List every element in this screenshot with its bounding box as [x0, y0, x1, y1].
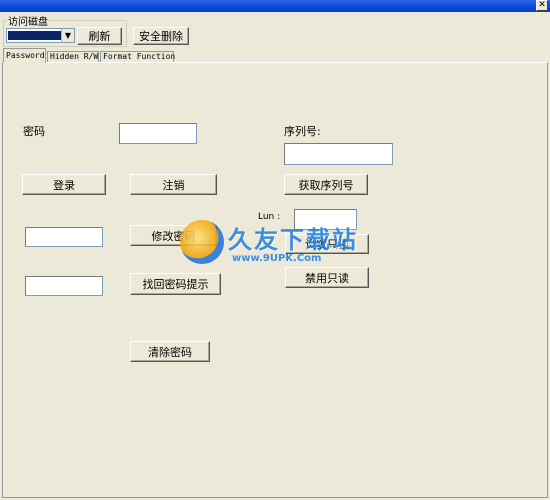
new-password-input[interactable] — [25, 227, 103, 247]
safe-remove-button[interactable]: 安全删除 — [133, 27, 189, 45]
watermark-text: 久友下载站 — [228, 226, 358, 254]
tab-hidden-rw[interactable]: Hidden R/W — [47, 51, 99, 62]
title-bar — [0, 0, 550, 12]
password-input[interactable] — [119, 123, 197, 144]
password-hint-input[interactable] — [25, 276, 103, 296]
serial-field[interactable] — [284, 143, 393, 165]
close-button[interactable]: ✕ — [536, 0, 548, 11]
login-button[interactable]: 登录 — [22, 174, 106, 195]
tab-format-function[interactable]: Format Function — [100, 51, 175, 62]
password-label: 密码 — [23, 125, 45, 138]
chevron-down-icon[interactable]: ▼ — [61, 29, 74, 42]
logout-button[interactable]: 注销 — [130, 174, 217, 195]
clear-password-button[interactable]: 清除密码 — [130, 341, 210, 362]
tab-password[interactable]: Password — [3, 48, 46, 63]
watermark-logo-icon — [180, 220, 224, 264]
watermark: 久友下载站 www.9UPK.Com — [180, 220, 370, 275]
watermark-url: www.9UPK.Com — [232, 253, 322, 264]
drive-select-value — [8, 31, 62, 40]
recover-hint-button[interactable]: 找回密码提示 — [130, 273, 221, 295]
drive-select[interactable]: ▼ — [6, 28, 75, 43]
refresh-button[interactable]: 刷新 — [77, 27, 122, 45]
serial-label: 序列号: — [284, 125, 321, 138]
drive-group-label: 访问磁盘 — [7, 13, 49, 28]
get-serial-button[interactable]: 获取序列号 — [284, 174, 368, 195]
